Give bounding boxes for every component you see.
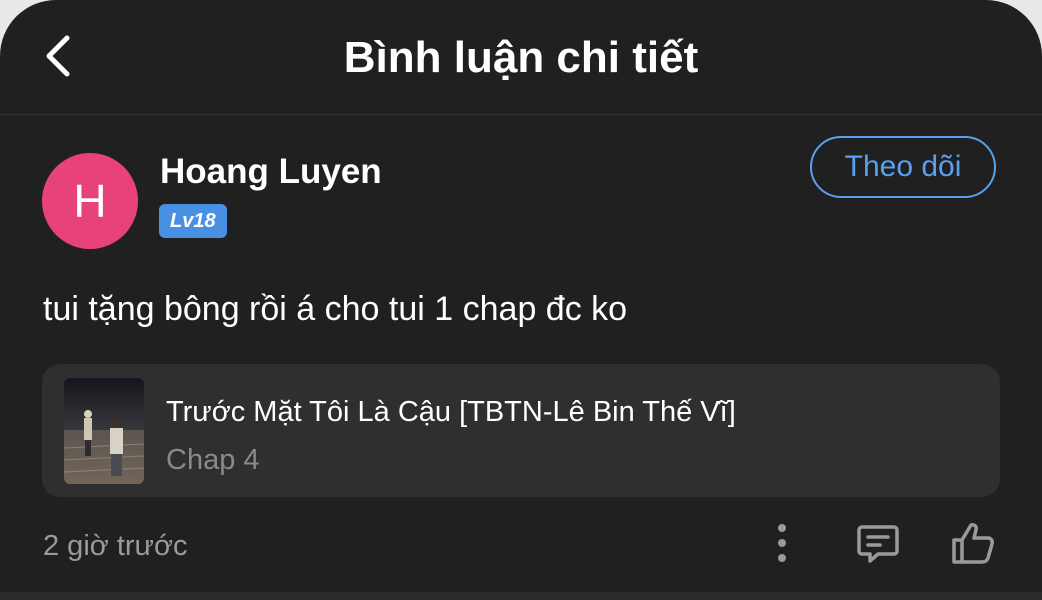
avatar[interactable]: H (42, 153, 138, 249)
more-options-button[interactable] (762, 518, 802, 568)
story-thumbnail (64, 378, 144, 484)
linked-story-card[interactable]: Trước Mặt Tôi Là Cậu [TBTN-Lê Bin Thế Vĩ… (42, 364, 1000, 497)
level-badge: Lv18 (159, 204, 227, 238)
like-button[interactable] (946, 516, 1000, 570)
header: Bình luận chi tiết (0, 0, 1042, 115)
username[interactable]: Hoang Luyen (160, 150, 382, 194)
story-title: Trước Mặt Tôi Là Cậu [TBTN-Lê Bin Thế Vĩ… (166, 396, 736, 428)
page-title: Bình luận chi tiết (343, 33, 699, 82)
comment-icon (857, 525, 899, 563)
follow-button[interactable]: Theo dõi (810, 136, 996, 198)
more-vertical-icon (778, 524, 786, 562)
comment-text: tui tặng bông rồi á cho tui 1 chap đc ko (43, 290, 628, 328)
bottom-divider (0, 592, 1042, 600)
avatar-letter: H (73, 175, 107, 227)
timestamp: 2 giờ trước (43, 530, 188, 562)
reply-button[interactable] (852, 518, 904, 568)
chapter-label: Chap 4 (166, 444, 260, 476)
comment-detail-screen: Bình luận chi tiết H Hoang Luyen Lv18 Th… (0, 0, 1042, 600)
thumbs-up-icon (952, 523, 994, 564)
